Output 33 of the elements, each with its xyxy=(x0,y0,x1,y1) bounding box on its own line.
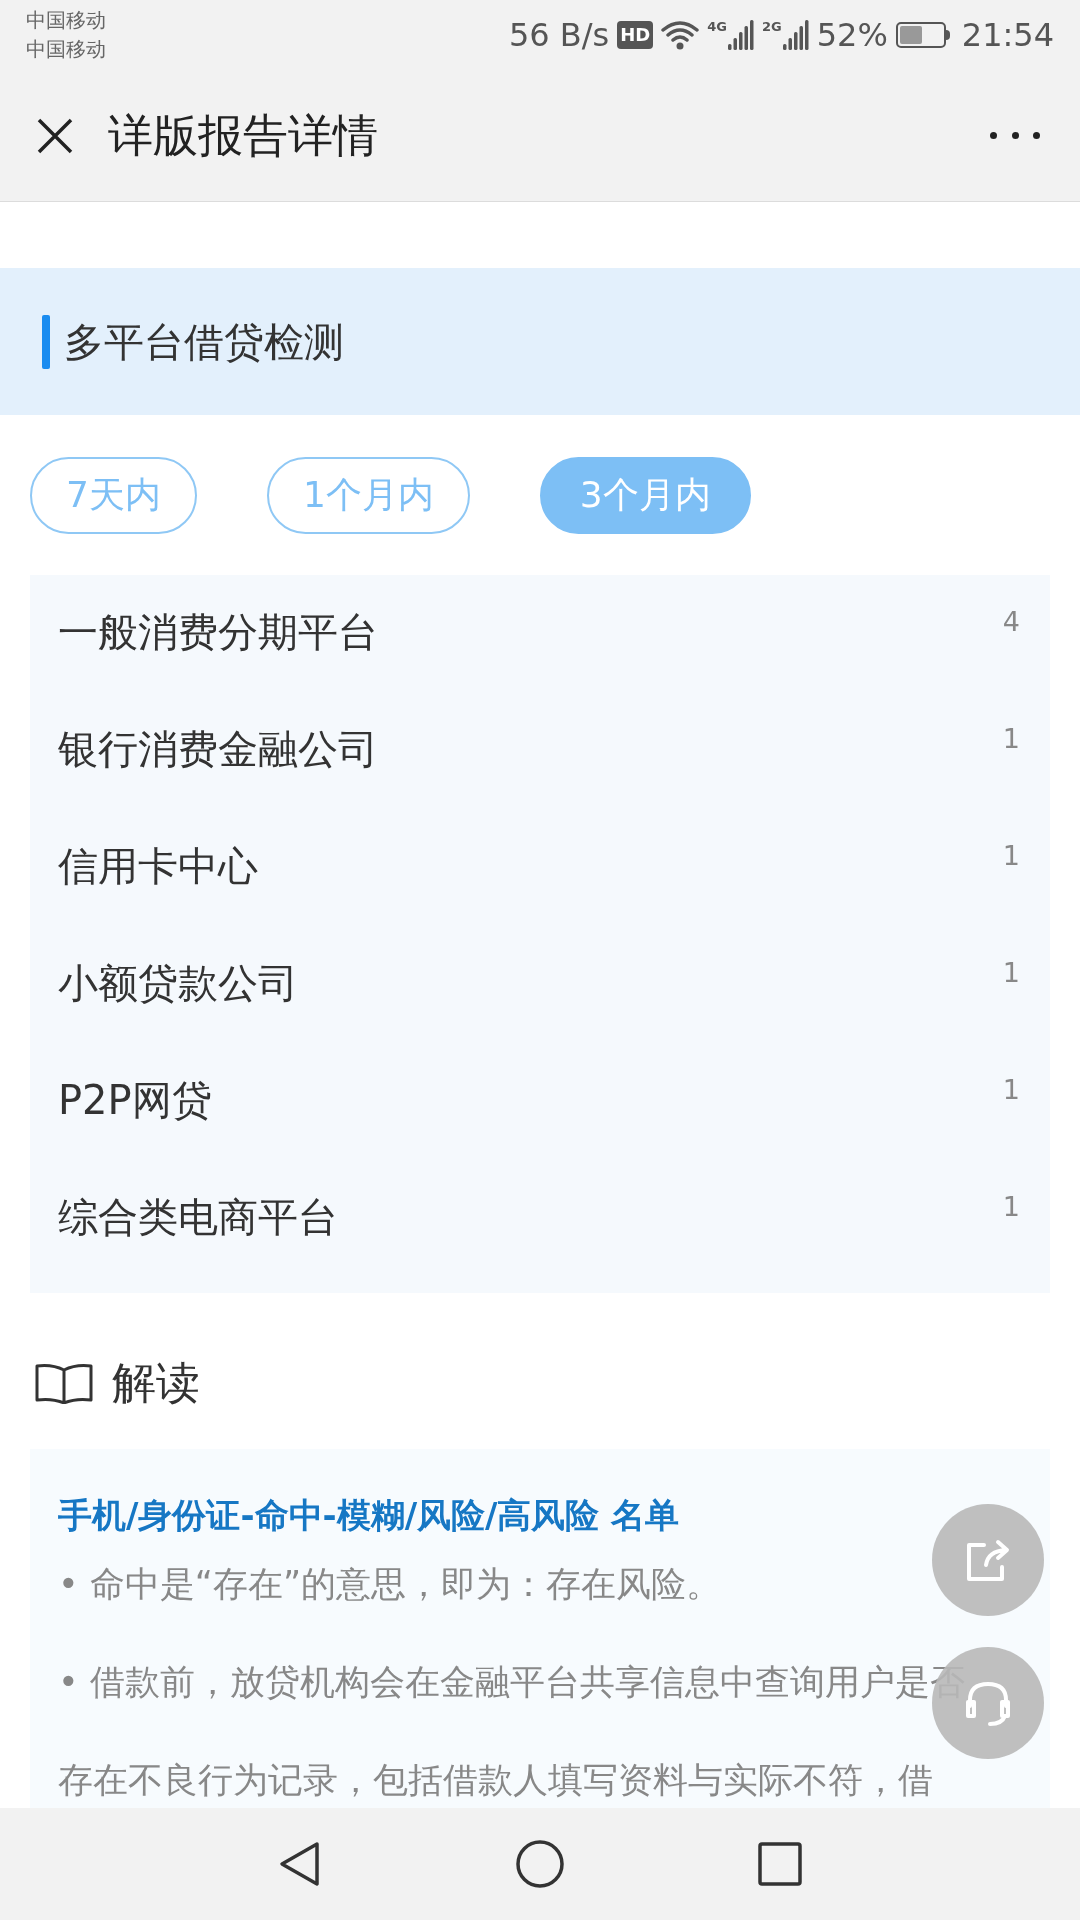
wifi-icon xyxy=(661,20,700,50)
platform-type: P2P网贷 xyxy=(58,1076,212,1125)
bullet-paragraph: • 命中是“存在”的意思，即为：存在风险。 xyxy=(58,1563,722,1606)
share-icon xyxy=(964,1537,1012,1583)
book-icon xyxy=(34,1362,94,1404)
section-title: 多平台借贷检测 xyxy=(64,317,344,367)
carrier-name: 中国移动 xyxy=(26,7,106,34)
period-tab[interactable]: 7天内 xyxy=(30,456,197,534)
period-tab[interactable]: 3个月内 xyxy=(539,456,751,534)
battery-icon xyxy=(895,22,950,48)
clock: 21:54 xyxy=(961,15,1054,56)
page-title: 详版报告详情 xyxy=(108,107,379,164)
platform-type: 一般消费分期平台 xyxy=(58,608,378,657)
hd-badge: HD xyxy=(617,21,654,49)
period-tab[interactable]: 1个月内 xyxy=(266,456,470,534)
battery-percent: 52% xyxy=(816,15,888,56)
platform-type: 综合类电商平台 xyxy=(58,1193,338,1242)
platform-type: 小额贷款公司 xyxy=(58,959,298,1008)
interpretation-heading: 解读 xyxy=(112,1356,200,1410)
platform-count: 1 xyxy=(1002,841,1020,871)
platform-count: 1 xyxy=(1002,724,1020,754)
carrier-name: 中国移动 xyxy=(26,36,106,63)
risk-list-title: 手机/身份证-命中-模糊/风险/高风险 名单 xyxy=(58,1494,680,1537)
platform-count: 4 xyxy=(1002,607,1020,637)
platform-count: 1 xyxy=(1002,1075,1020,1105)
platform-count: 1 xyxy=(1002,958,1020,988)
network-type: 4G xyxy=(707,20,727,33)
network-type: 2G xyxy=(761,20,782,33)
accent-bar xyxy=(42,314,50,369)
network-speed: 56 B/s xyxy=(508,15,610,56)
platform-count: 1 xyxy=(1002,1192,1020,1222)
platform-type: 银行消费金融公司 xyxy=(58,725,378,774)
platform-type: 信用卡中心 xyxy=(58,842,258,891)
